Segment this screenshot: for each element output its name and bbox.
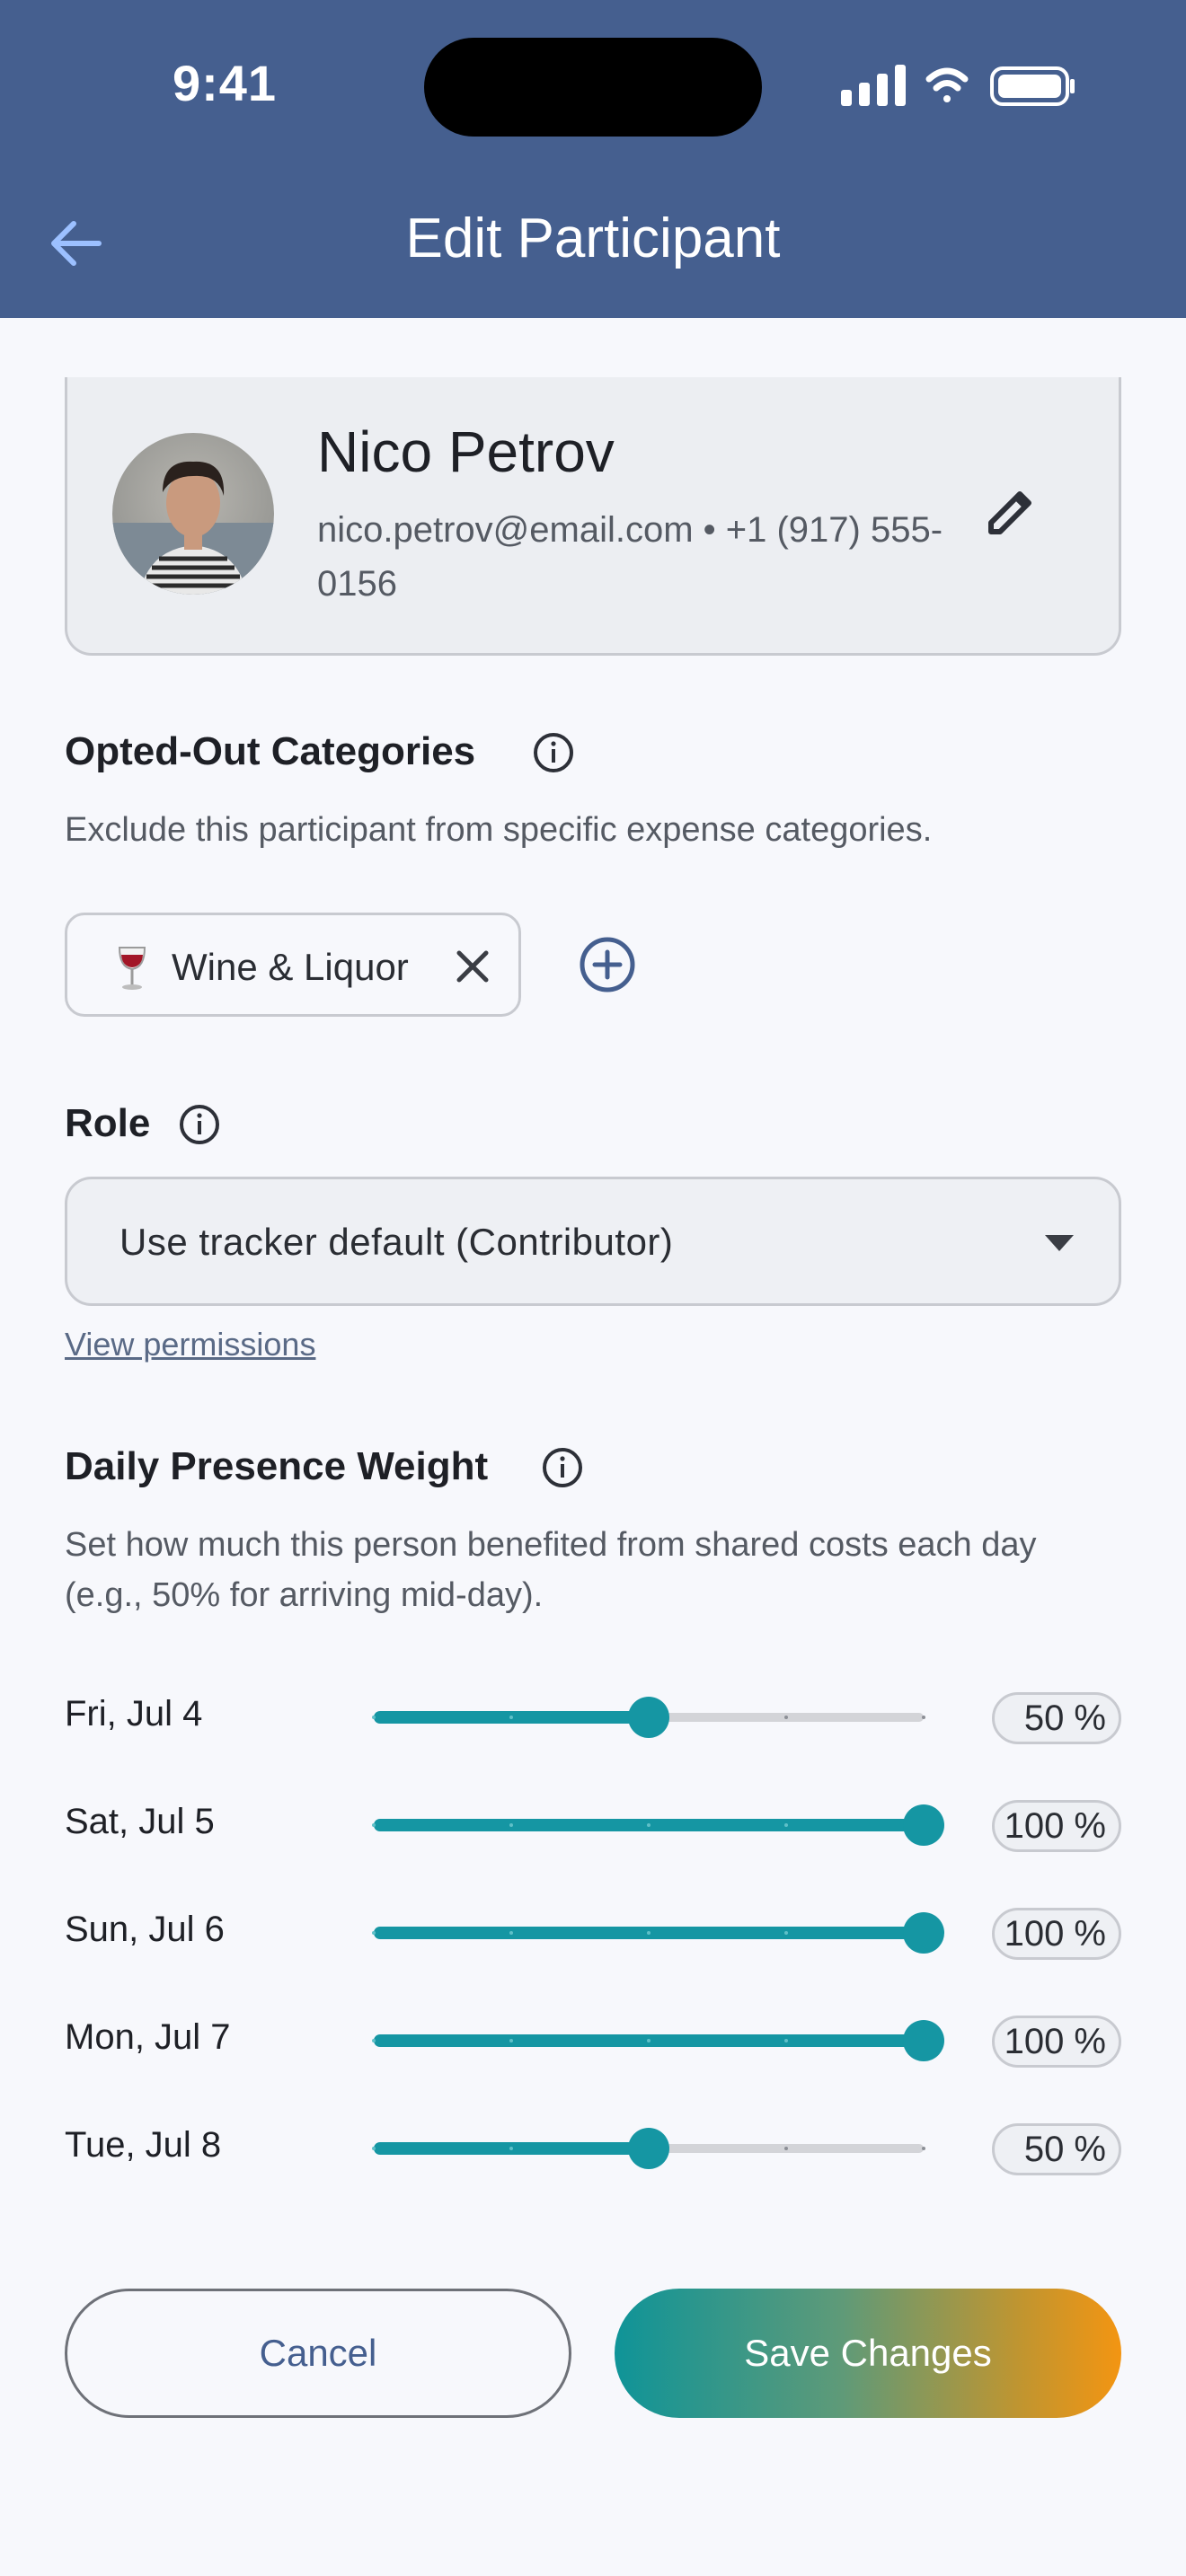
slider-tick: [509, 1931, 513, 1935]
wifi-icon: [925, 67, 969, 102]
close-icon[interactable]: [452, 946, 493, 987]
percent-value[interactable]: 100 %: [992, 2016, 1121, 2068]
role-select-value: Use tracker default (Contributor): [119, 1221, 674, 1263]
chip-label: Wine & Liquor: [172, 946, 409, 988]
info-icon[interactable]: [532, 731, 575, 774]
day-label: Sat, Jul 5: [65, 1802, 215, 1841]
slider-tick: [784, 2147, 788, 2150]
role-title: Role: [65, 1101, 151, 1145]
presence-row: Sun, Jul 6 100 %: [0, 1897, 1186, 1969]
slider-tick: [922, 2147, 925, 2150]
slider-tick: [509, 2147, 513, 2150]
slider-tick: [784, 1931, 788, 1935]
slider-tick: [647, 1931, 651, 1935]
slider-thumb[interactable]: [903, 1804, 944, 1846]
slider-tick: [922, 1716, 925, 1719]
slider-tick: [509, 1823, 513, 1827]
slider-thumb[interactable]: [903, 2020, 944, 2061]
slider-tick: [372, 2147, 376, 2150]
presence-row: Fri, Jul 4 50 %: [0, 1681, 1186, 1753]
presence-slider[interactable]: [370, 1681, 927, 1753]
presence-description: Set how much this person benefited from …: [65, 1526, 1037, 1614]
app-header: 9:41 Edit Participant: [0, 0, 1186, 318]
category-chip: Wine & Liquor: [65, 913, 521, 1017]
save-changes-button[interactable]: Save Changes: [615, 2289, 1121, 2418]
presence-row: Tue, Jul 8 50 %: [0, 2113, 1186, 2184]
cancel-button[interactable]: Cancel: [65, 2289, 571, 2418]
slider-tick: [784, 2039, 788, 2042]
slider-tick: [372, 1823, 376, 1827]
slider-tick: [509, 2039, 513, 2042]
signal-icon: [841, 65, 906, 106]
percent-value[interactable]: 50 %: [992, 2123, 1121, 2175]
avatar: [112, 433, 274, 595]
participant-contact: nico.petrov@email.com • +1 (917) 555-015…: [317, 510, 943, 604]
day-label: Sun, Jul 6: [65, 1910, 225, 1949]
slider-thumb[interactable]: [628, 1697, 669, 1738]
chevron-down-icon: [1045, 1235, 1074, 1251]
slider-tick: [372, 2039, 376, 2042]
battery-icon: [990, 66, 1075, 106]
pencil-icon[interactable]: [975, 476, 1047, 548]
slider-tick: [784, 1716, 788, 1719]
info-icon[interactable]: [541, 1446, 584, 1489]
presence-slider[interactable]: [370, 2005, 944, 2077]
info-icon[interactable]: [178, 1103, 221, 1146]
status-time: 9:41: [172, 55, 278, 111]
slider-tick: [647, 2039, 651, 2042]
percent-value[interactable]: 50 %: [992, 1692, 1121, 1744]
slider-thumb[interactable]: [628, 2128, 669, 2169]
slider-tick: [647, 1823, 651, 1827]
slider-thumb[interactable]: [903, 1912, 944, 1954]
slider-tick: [784, 1823, 788, 1827]
presence-slider[interactable]: [370, 1789, 944, 1861]
slider-tick: [509, 1716, 513, 1719]
opted-out-description: Exclude this participant from specific e…: [65, 811, 933, 849]
presence-slider[interactable]: [370, 2113, 927, 2184]
profile-card: Nico Petrov nico.petrov@email.com • +1 (…: [65, 377, 1121, 656]
role-select[interactable]: Use tracker default (Contributor): [65, 1177, 1121, 1306]
opted-out-title: Opted-Out Categories: [65, 729, 476, 773]
presence-title: Daily Presence Weight: [65, 1444, 489, 1488]
participant-name: Nico Petrov: [317, 419, 615, 484]
add-category-icon[interactable]: [577, 934, 638, 995]
view-permissions-link[interactable]: View permissions: [65, 1326, 315, 1363]
wine-glass-icon: [118, 947, 146, 990]
page-title: Edit Participant: [405, 207, 781, 269]
status-icons: [841, 65, 1075, 106]
day-label: Tue, Jul 8: [65, 2125, 222, 2165]
slider-tick: [372, 1716, 376, 1719]
presence-row: Sat, Jul 5 100 %: [0, 1789, 1186, 1861]
slider-tick: [372, 1931, 376, 1935]
dynamic-island: [424, 38, 762, 137]
percent-value[interactable]: 100 %: [992, 1800, 1121, 1852]
presence-row: Mon, Jul 7 100 %: [0, 2005, 1186, 2077]
day-label: Mon, Jul 7: [65, 2017, 231, 2057]
day-label: Fri, Jul 4: [65, 1694, 203, 1734]
presence-slider[interactable]: [370, 1897, 944, 1969]
percent-value[interactable]: 100 %: [992, 1908, 1121, 1960]
